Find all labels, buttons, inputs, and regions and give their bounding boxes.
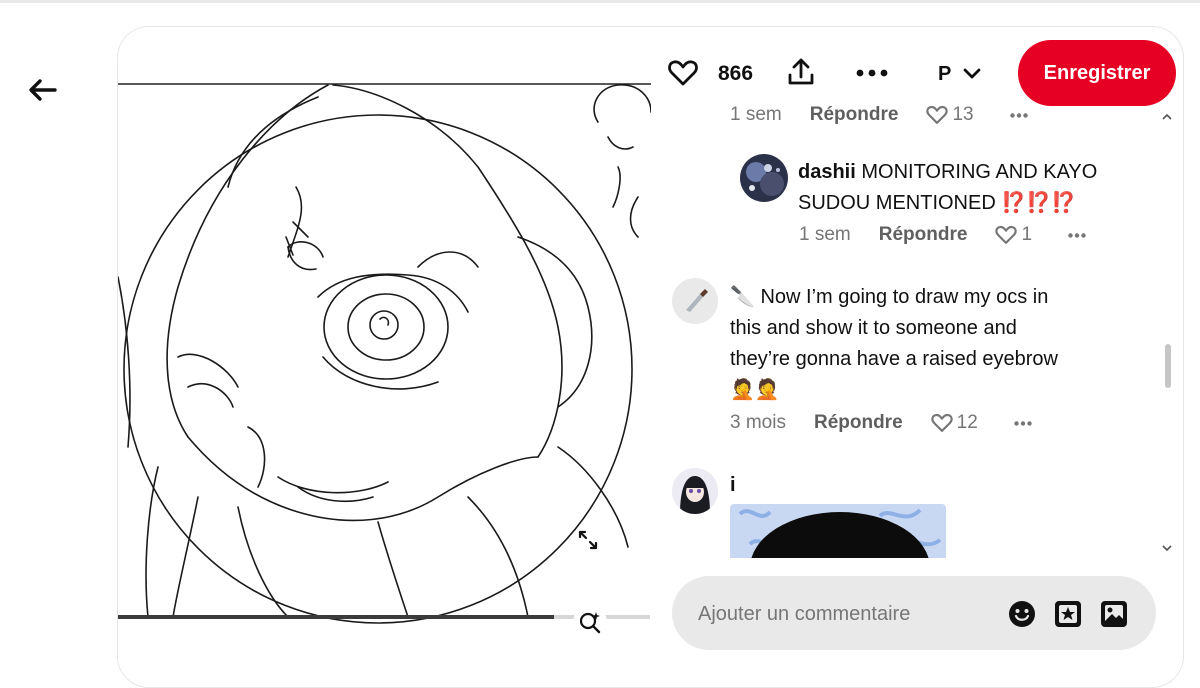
- share-icon: [788, 58, 814, 85]
- more-options-button[interactable]: [854, 60, 890, 86]
- pin-image[interactable]: [118, 27, 651, 687]
- avatar-dashii[interactable]: [740, 154, 788, 202]
- more-icon: [1014, 420, 1032, 426]
- heart-icon: [930, 413, 953, 432]
- comment-time: 3 mois: [730, 412, 786, 433]
- comment-body-line2: this and show it to someone and: [730, 317, 1017, 339]
- avatar-knife-user[interactable]: [672, 278, 718, 324]
- share-button[interactable]: [786, 56, 816, 88]
- heart-icon: [926, 105, 949, 124]
- chevron-up-icon: [1162, 113, 1172, 120]
- comment-meta: 1 sem Répondre 1: [799, 224, 1086, 246]
- comment-like-count: 12: [956, 412, 978, 433]
- reply-button[interactable]: Répondre: [814, 412, 903, 434]
- comment-body-line1: 🔪 Now I’m going to draw my ocs in: [730, 286, 1049, 308]
- expand-icon: [578, 530, 598, 550]
- sticker-icon: [1055, 601, 1081, 627]
- comment-like-button[interactable]: 13: [926, 104, 974, 126]
- comment-username[interactable]: i: [730, 474, 736, 496]
- comment-body-line3: they’re gonna have a raised eyebrow: [730, 348, 1058, 370]
- avatar-image: [672, 468, 718, 514]
- comment-knife: 🔪 Now I’m going to draw my ocs in this a…: [730, 282, 1150, 406]
- comments-scrollbar[interactable]: [1160, 108, 1174, 558]
- sticker-button[interactable]: [1052, 598, 1084, 630]
- comment-like-button[interactable]: 1: [995, 224, 1032, 246]
- expand-button[interactable]: [571, 523, 605, 557]
- more-icon: [856, 69, 888, 77]
- comment-like-button[interactable]: 12: [930, 412, 978, 434]
- comment-like-count: 1: [1021, 224, 1033, 245]
- comment-image[interactable]: [730, 504, 946, 558]
- image-progress-bar: [118, 615, 650, 619]
- comment-emoji: ⁉️⁉️⁉️: [1001, 192, 1077, 214]
- add-image-button[interactable]: [1098, 598, 1130, 630]
- chevron-down-icon: [1162, 544, 1172, 551]
- comment-composer: [672, 576, 1156, 650]
- comment-more-button[interactable]: [1014, 420, 1032, 426]
- back-arrow-icon: [29, 79, 57, 101]
- comment-body-line4: 🤦🤦: [730, 379, 780, 401]
- comment-time: 1 sem: [730, 104, 782, 125]
- like-button[interactable]: [668, 58, 698, 88]
- visual-search-icon: [579, 612, 601, 634]
- reply-button[interactable]: Répondre: [810, 104, 899, 126]
- emoji-icon: [1009, 601, 1035, 627]
- image-icon: [1101, 601, 1127, 627]
- heart-icon: [995, 225, 1018, 244]
- comment-attached-image: [730, 504, 946, 558]
- comment-body: MONITORING AND KAYO: [861, 161, 1098, 183]
- chevron-down-icon: [963, 68, 981, 79]
- comment-more-button[interactable]: [1068, 232, 1086, 238]
- comment-body-line2: SUDOU MENTIONED: [798, 192, 996, 214]
- sketch-artwork: [118, 83, 651, 624]
- comment-meta: 1 sem Répondre 13: [730, 104, 1028, 126]
- comment-i: i: [730, 470, 736, 501]
- scroll-down-button[interactable]: [1160, 540, 1174, 556]
- avatar-image: [740, 154, 788, 202]
- reply-button[interactable]: Répondre: [879, 224, 968, 246]
- back-button[interactable]: [22, 72, 62, 108]
- board-initial: P: [938, 62, 952, 85]
- emoji-button[interactable]: [1006, 598, 1038, 630]
- heart-icon: [668, 60, 698, 86]
- image-progress-fill: [118, 615, 555, 619]
- scroll-up-button[interactable]: [1160, 108, 1174, 124]
- comment-dashii: dashii MONITORING AND KAYO SUDOU MENTION…: [798, 157, 1138, 219]
- comment-time: 1 sem: [799, 224, 851, 245]
- comment-username[interactable]: dashii: [798, 161, 856, 183]
- visual-search-button[interactable]: [573, 605, 607, 639]
- comment-like-count: 13: [952, 104, 974, 125]
- more-icon: [1068, 232, 1086, 238]
- like-count: 866: [718, 62, 754, 85]
- comment-meta: 3 mois Répondre 12: [730, 412, 1032, 434]
- top-divider: [0, 0, 1200, 3]
- scrollbar-thumb[interactable]: [1165, 344, 1171, 388]
- comments-panel: 1 sem Répondre 13 dashii MONITORING AND …: [668, 96, 1168, 558]
- comment-more-button[interactable]: [1009, 112, 1028, 118]
- avatar-i[interactable]: [672, 468, 718, 514]
- more-icon: [1009, 112, 1028, 118]
- board-selector[interactable]: P: [938, 60, 998, 88]
- comment-input[interactable]: [696, 594, 1000, 634]
- knife-avatar-icon: [686, 289, 708, 312]
